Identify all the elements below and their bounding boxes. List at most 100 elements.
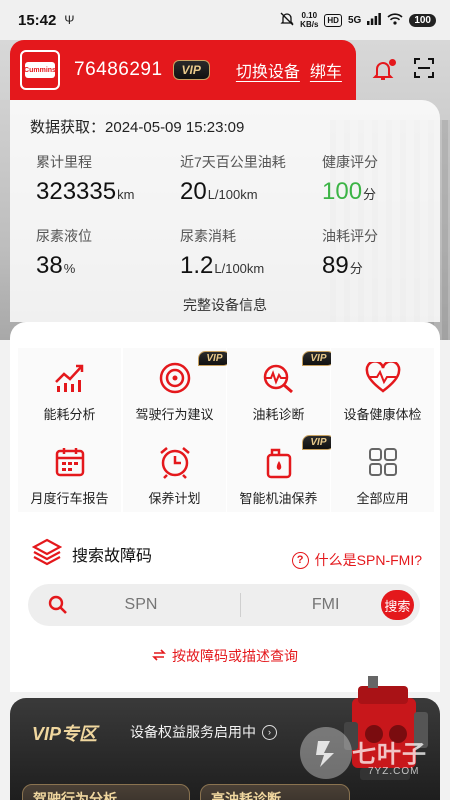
vip-tag: VIP bbox=[198, 351, 231, 366]
watermark-text: 七叶子 bbox=[352, 741, 427, 768]
metric-value: 89分 bbox=[322, 252, 378, 280]
fmi-input[interactable] bbox=[270, 596, 381, 614]
search-title: 搜索故障码 bbox=[72, 548, 153, 565]
bind-vehicle-link[interactable]: 绑车 bbox=[310, 58, 342, 82]
func-label: 保养计划 bbox=[148, 491, 201, 506]
battery-indicator: 100 bbox=[409, 13, 436, 27]
metric-urea-level: 尿素液位 38% bbox=[36, 226, 92, 280]
func-driving-advice[interactable]: VIP 驾驶行为建议 bbox=[123, 348, 231, 432]
steering-wheel-icon: VIP bbox=[153, 351, 231, 398]
search-button[interactable]: 搜索 bbox=[380, 590, 414, 620]
func-maintenance-plan[interactable]: 保养计划 bbox=[123, 432, 226, 516]
scan-icon[interactable] bbox=[413, 57, 435, 84]
func-monthly-report[interactable]: 月度行车报告 bbox=[18, 432, 121, 516]
oil-can-icon: VIP bbox=[257, 435, 335, 482]
spn-input[interactable] bbox=[86, 596, 196, 614]
spn-fmi-help-link[interactable]: ? 什么是SPN-FMI? bbox=[291, 550, 422, 570]
metric-number: 20 bbox=[180, 178, 207, 205]
func-label: 月度行车报告 bbox=[30, 491, 109, 506]
metric-mileage: 累计里程 323335km bbox=[36, 152, 134, 206]
chart-line-icon bbox=[48, 358, 92, 398]
query-by-description-link[interactable]: 按故障码或描述查询 bbox=[10, 646, 440, 666]
metric-label: 尿素液位 bbox=[36, 228, 92, 244]
metric-value: 38% bbox=[36, 252, 92, 280]
signal-bars-icon bbox=[367, 12, 382, 28]
search-box: 搜索 bbox=[28, 584, 420, 626]
metric-label: 健康评分 bbox=[322, 154, 378, 170]
func-health-check[interactable]: 设备健康体检 bbox=[331, 348, 434, 432]
metric-value: 20L/100km bbox=[180, 178, 286, 206]
func-smart-oil[interactable]: VIP 智能机油保养 bbox=[227, 432, 335, 516]
layers-icon bbox=[31, 538, 63, 571]
bell-icon[interactable] bbox=[372, 59, 396, 81]
spn-fmi-help-text: 什么是SPN-FMI? bbox=[314, 552, 422, 568]
func-fuel-diagnosis[interactable]: VIP 油耗诊断 bbox=[227, 348, 335, 432]
device-data-card: 数据获取：2024-05-09 15:23:09 累计里程 323335km 近… bbox=[10, 100, 440, 322]
header-bar: Cummins 76486291 VIP 切换设备 绑车 bbox=[10, 40, 356, 100]
notification-dot bbox=[388, 59, 396, 66]
metric-number: 1.2 bbox=[180, 252, 214, 279]
swap-icon bbox=[152, 648, 166, 665]
metric-unit: km bbox=[117, 187, 135, 202]
metric-number: 100 bbox=[322, 178, 363, 205]
metric-fuel-7day: 近7天百公里油耗 20L/100km bbox=[180, 152, 286, 206]
input-divider bbox=[240, 593, 241, 617]
metric-value: 1.2L/100km bbox=[180, 252, 264, 280]
wifi-icon bbox=[387, 12, 403, 28]
device-id: 76486291 bbox=[74, 59, 163, 80]
metric-unit: L/100km bbox=[207, 187, 258, 202]
metric-fuel-score: 油耗评分 89分 bbox=[322, 226, 378, 280]
metric-number: 38 bbox=[36, 252, 63, 279]
metric-number: 89 bbox=[322, 252, 349, 279]
metric-unit: L/100km bbox=[214, 261, 265, 276]
metric-urea-consumption: 尿素消耗 1.2L/100km bbox=[180, 226, 264, 280]
full-device-info-link[interactable]: 完整设备信息 bbox=[10, 295, 440, 315]
help-icon: ? bbox=[291, 551, 309, 569]
metric-label: 油耗评分 bbox=[322, 228, 378, 244]
metric-value: 323335km bbox=[36, 178, 134, 206]
status-time: 15:42 bbox=[18, 11, 57, 29]
net-speed-unit: KB/s bbox=[300, 20, 319, 29]
signal-5g: 5G bbox=[347, 14, 362, 26]
alarm-clock-icon bbox=[153, 442, 197, 482]
func-label: 油耗诊断 bbox=[252, 407, 305, 422]
header-actions bbox=[356, 40, 450, 100]
vip-card-driving-analysis[interactable]: 驾驶行为分析 bbox=[22, 784, 190, 800]
arrow-right-icon: › bbox=[262, 724, 277, 740]
vip-zone-status[interactable]: 设备权益服务启用中 › bbox=[130, 722, 277, 742]
metric-label: 近7天百公里油耗 bbox=[180, 154, 286, 170]
func-label: 能耗分析 bbox=[43, 407, 96, 422]
function-grid: 能耗分析 VIP 驾驶行为建议 VIP 油耗诊断 设备健康体检 月度行车报告 保… bbox=[10, 322, 440, 516]
usb-icon: Ψ bbox=[64, 13, 75, 27]
metric-unit: 分 bbox=[363, 187, 377, 202]
metric-unit: 分 bbox=[349, 261, 363, 276]
switch-device-link[interactable]: 切换设备 bbox=[236, 58, 300, 82]
heart-pulse-icon bbox=[361, 358, 405, 398]
net-speed: 0.10 KB/s bbox=[300, 11, 318, 29]
func-all-apps[interactable]: 全部应用 bbox=[331, 432, 434, 516]
vip-zone-title: VIP专区 bbox=[32, 724, 98, 744]
vip-tag: VIP bbox=[302, 351, 335, 366]
search-icon bbox=[48, 595, 68, 615]
mute-icon bbox=[280, 12, 294, 29]
vip-card-label: 驾驶行为分析 bbox=[33, 791, 117, 800]
data-time-value: 2024-05-09 15:23:09 bbox=[105, 119, 245, 136]
fault-code-search: 搜索故障码 ? 什么是SPN-FMI? 搜索 按故障码或描述查询 bbox=[10, 512, 440, 692]
calendar-icon bbox=[48, 442, 92, 482]
func-energy-analysis[interactable]: 能耗分析 bbox=[18, 348, 121, 432]
watermark-subtext: 7YZ.COM bbox=[368, 766, 420, 777]
metric-label: 尿素消耗 bbox=[180, 228, 236, 244]
fuel-diagnosis-icon: VIP bbox=[257, 351, 335, 398]
vip-badge: VIP bbox=[172, 60, 210, 80]
status-bar: 15:42 Ψ 0.10 KB/s HD 5G 100 bbox=[0, 0, 450, 40]
status-icons: 0.10 KB/s HD 5G 100 bbox=[280, 11, 436, 29]
metric-health-score: 健康评分 100分 bbox=[322, 152, 378, 206]
metric-unit: % bbox=[63, 261, 76, 276]
net-speed-value: 0.10 bbox=[301, 11, 318, 20]
grid-apps-icon bbox=[361, 442, 405, 482]
brand-logo: Cummins bbox=[20, 50, 60, 90]
func-label: 设备健康体检 bbox=[343, 407, 422, 422]
vip-zone-status-text: 设备权益服务启用中 bbox=[130, 724, 256, 740]
metric-label: 累计里程 bbox=[36, 154, 92, 170]
func-label: 全部应用 bbox=[356, 491, 409, 506]
